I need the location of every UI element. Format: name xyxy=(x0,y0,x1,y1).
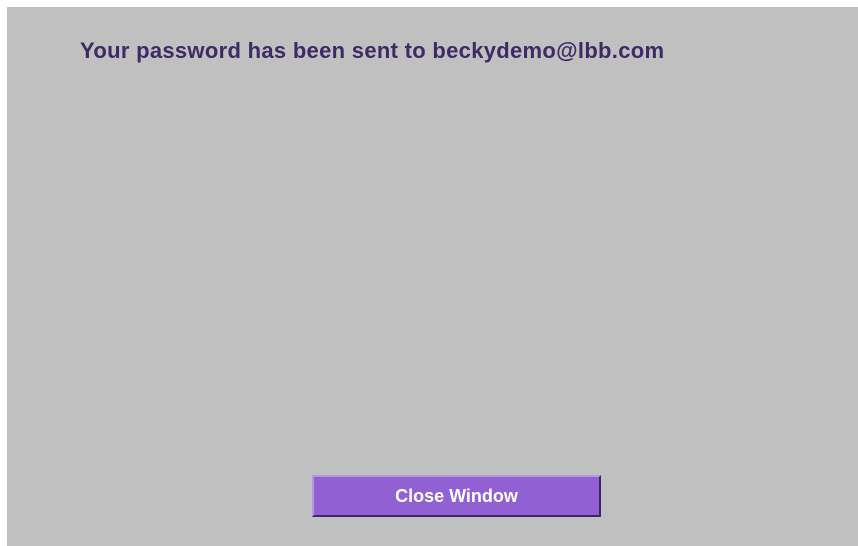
close-window-button[interactable]: Close Window xyxy=(312,475,601,517)
confirmation-message: Your password has been sent to beckydemo… xyxy=(80,38,665,63)
password-sent-dialog: Your password has been sent to beckydemo… xyxy=(7,7,858,546)
